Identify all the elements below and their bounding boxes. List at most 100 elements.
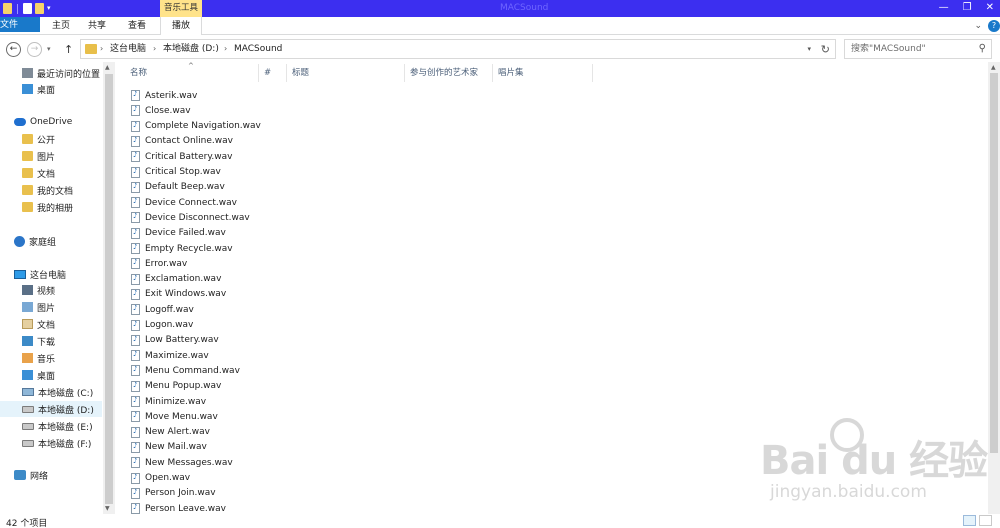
file-row[interactable]: Device Failed.wav bbox=[131, 226, 226, 241]
file-row[interactable]: Contact Online.wav bbox=[131, 134, 233, 149]
column-divider[interactable] bbox=[592, 64, 593, 82]
nav-scroll-thumb[interactable] bbox=[105, 74, 113, 504]
details-view-icon[interactable] bbox=[963, 515, 976, 526]
nav-item-this-pc[interactable]: 这台电脑 bbox=[0, 266, 102, 282]
file-row[interactable]: Critical Battery.wav bbox=[131, 149, 232, 164]
nav-item-drive-f[interactable]: 本地磁盘 (F:) bbox=[0, 435, 102, 451]
large-icons-view-icon[interactable] bbox=[979, 515, 992, 526]
file-row[interactable]: Exclamation.wav bbox=[131, 272, 221, 287]
file-row[interactable]: Menu Command.wav bbox=[131, 363, 240, 378]
breadcrumb-separator[interactable]: › bbox=[153, 40, 156, 58]
close-button[interactable]: ✕ bbox=[986, 3, 994, 13]
properties-icon[interactable] bbox=[23, 3, 32, 14]
file-row[interactable]: Device Connect.wav bbox=[131, 195, 237, 210]
column-header-album[interactable]: 唱片集 bbox=[498, 62, 524, 84]
file-row[interactable]: New Messages.wav bbox=[131, 455, 233, 470]
file-row[interactable]: Logon.wav bbox=[131, 318, 193, 333]
expand-ribbon-icon[interactable]: ⌄ bbox=[974, 21, 982, 31]
file-row[interactable]: Asterik.wav bbox=[131, 88, 197, 103]
nav-item-documents[interactable]: 文档 bbox=[0, 316, 102, 332]
nav-item-pc-desktop[interactable]: 桌面 bbox=[0, 367, 102, 383]
tab-play[interactable]: 播放 bbox=[160, 17, 202, 35]
file-row[interactable]: Empty Recycle.wav bbox=[131, 241, 233, 256]
file-row[interactable]: Device Disconnect.wav bbox=[131, 210, 250, 225]
nav-item-my-albums[interactable]: 我的相册 bbox=[0, 199, 102, 215]
back-button[interactable]: ← bbox=[6, 42, 21, 57]
breadcrumb-separator[interactable]: › bbox=[100, 40, 103, 58]
nav-item-drive-e[interactable]: 本地磁盘 (E:) bbox=[0, 418, 102, 434]
minimize-button[interactable]: — bbox=[939, 3, 949, 13]
nav-item-downloads[interactable]: 下载 bbox=[0, 333, 102, 349]
refresh-icon[interactable]: ↻ bbox=[821, 43, 830, 56]
nav-item-od-pictures[interactable]: 图片 bbox=[0, 148, 102, 164]
nav-item-network[interactable]: 网络 bbox=[0, 467, 102, 483]
nav-item-od-documents[interactable]: 文档 bbox=[0, 165, 102, 181]
search-icon[interactable]: ⚲ bbox=[979, 43, 986, 54]
file-row[interactable]: Default Beep.wav bbox=[131, 180, 225, 195]
nav-item-music[interactable]: 音乐 bbox=[0, 350, 102, 366]
scroll-down-icon[interactable]: ▼ bbox=[105, 505, 110, 512]
file-row[interactable]: New Alert.wav bbox=[131, 425, 210, 440]
column-header-number[interactable]: # bbox=[264, 62, 271, 84]
address-bar[interactable]: › 这台电脑 › 本地磁盘 (D:) › MACSound ▾ ↻ bbox=[80, 39, 836, 59]
file-row[interactable]: Exit Windows.wav bbox=[131, 287, 226, 302]
forward-button[interactable]: → bbox=[27, 42, 42, 57]
column-header-name[interactable]: 名称 bbox=[130, 62, 147, 84]
nav-item-drive-d[interactable]: 本地磁盘 (D:) bbox=[0, 401, 102, 417]
nav-item-pictures[interactable]: 图片 bbox=[0, 299, 102, 315]
search-box[interactable]: 搜索"MACSound" ⚲ bbox=[844, 39, 992, 59]
nav-scrollbar[interactable]: ▲ ▼ bbox=[103, 62, 115, 514]
address-dropdown-icon[interactable]: ▾ bbox=[807, 45, 811, 53]
tab-view[interactable]: 查看 bbox=[124, 17, 150, 35]
file-row[interactable]: New Mail.wav bbox=[131, 440, 207, 455]
breadcrumb-separator[interactable]: › bbox=[224, 40, 227, 58]
nav-item-desktop[interactable]: 桌面 bbox=[0, 81, 102, 97]
file-row[interactable]: Low Battery.wav bbox=[131, 333, 219, 348]
file-row[interactable]: Minimize.wav bbox=[131, 394, 206, 409]
nav-item-public[interactable]: 公开 bbox=[0, 131, 102, 147]
breadcrumb-this-pc[interactable]: 这台电脑 bbox=[110, 40, 146, 58]
recent-locations-icon[interactable]: ▾ bbox=[47, 45, 51, 53]
customize-qat-icon[interactable]: ▾ bbox=[47, 3, 51, 14]
up-button[interactable]: ↑ bbox=[64, 43, 73, 56]
file-row[interactable]: Open.wav bbox=[131, 471, 190, 486]
content-scroll-thumb[interactable] bbox=[990, 73, 998, 453]
file-row[interactable]: Critical Stop.wav bbox=[131, 165, 221, 180]
tab-share[interactable]: 共享 bbox=[84, 17, 110, 35]
file-row[interactable]: Move Menu.wav bbox=[131, 409, 218, 424]
column-divider[interactable] bbox=[286, 64, 287, 82]
maximize-button[interactable]: ❐ bbox=[963, 3, 972, 13]
column-divider[interactable] bbox=[258, 64, 259, 82]
column-header-artist[interactable]: 参与创作的艺术家 bbox=[410, 62, 478, 84]
nav-item-homegroup[interactable]: 家庭组 bbox=[0, 233, 102, 249]
folder-icon[interactable] bbox=[3, 3, 12, 14]
file-row[interactable]: Menu Popup.wav bbox=[131, 379, 221, 394]
scroll-up-icon[interactable]: ▲ bbox=[105, 64, 110, 71]
file-row[interactable]: Maximize.wav bbox=[131, 348, 209, 363]
file-row[interactable]: Complete Navigation.wav bbox=[131, 119, 261, 134]
desktop-icon bbox=[22, 84, 33, 94]
nav-item-recent[interactable]: 最近访问的位置 bbox=[0, 65, 102, 81]
file-row[interactable]: Person Join.wav bbox=[131, 486, 216, 501]
file-row[interactable]: Error.wav bbox=[131, 256, 187, 271]
breadcrumb-drive-d[interactable]: 本地磁盘 (D:) bbox=[163, 40, 219, 58]
nav-item-onedrive[interactable]: OneDrive bbox=[0, 114, 102, 130]
scroll-up-icon[interactable]: ▲ bbox=[991, 64, 996, 71]
nav-item-drive-c[interactable]: 本地磁盘 (C:) bbox=[0, 384, 102, 400]
nav-item-videos[interactable]: 视频 bbox=[0, 282, 102, 298]
file-name: New Messages.wav bbox=[145, 457, 233, 468]
help-icon[interactable]: ? bbox=[988, 20, 1000, 32]
column-divider[interactable] bbox=[404, 64, 405, 82]
new-folder-icon[interactable] bbox=[35, 3, 44, 14]
nav-item-my-documents[interactable]: 我的文档 bbox=[0, 182, 102, 198]
column-header-title[interactable]: 标题 bbox=[292, 62, 309, 84]
breadcrumb-macsound[interactable]: MACSound bbox=[234, 40, 282, 58]
tab-home[interactable]: 主页 bbox=[48, 17, 74, 35]
file-row[interactable]: Logoff.wav bbox=[131, 302, 194, 317]
search-input[interactable]: 搜索"MACSound" bbox=[851, 40, 926, 58]
tab-file[interactable]: 文件 bbox=[0, 17, 40, 32]
file-row[interactable]: Close.wav bbox=[131, 103, 191, 118]
file-name: Contact Online.wav bbox=[145, 136, 233, 147]
content-scrollbar[interactable]: ▲ bbox=[988, 62, 1000, 514]
column-divider[interactable] bbox=[492, 64, 493, 82]
